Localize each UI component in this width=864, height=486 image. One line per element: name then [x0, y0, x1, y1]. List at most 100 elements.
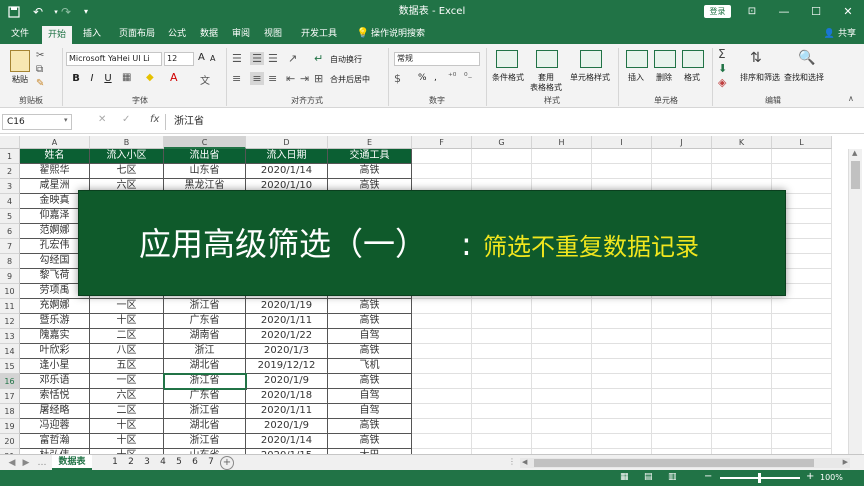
- empty-cell[interactable]: [472, 329, 532, 344]
- column-header[interactable]: L: [772, 136, 832, 149]
- table-cell[interactable]: 五区: [90, 359, 164, 374]
- table-cell[interactable]: 2020/1/19: [246, 299, 328, 314]
- empty-cell[interactable]: [772, 344, 832, 359]
- align-right-icon[interactable]: ≡: [268, 72, 277, 85]
- table-cell[interactable]: 湖南省: [164, 329, 246, 344]
- row-header[interactable]: 16: [0, 374, 20, 389]
- conditional-format-icon[interactable]: [496, 50, 518, 68]
- table-cell[interactable]: 一区: [90, 299, 164, 314]
- empty-cell[interactable]: [472, 389, 532, 404]
- italic-button[interactable]: I: [86, 72, 98, 85]
- row-header[interactable]: 6: [0, 224, 20, 239]
- vertical-scroll-thumb[interactable]: [851, 161, 860, 189]
- table-cell[interactable]: 2020/1/14: [246, 164, 328, 179]
- row-header[interactable]: 4: [0, 194, 20, 209]
- empty-cell[interactable]: [772, 404, 832, 419]
- empty-cell[interactable]: [652, 344, 712, 359]
- column-header[interactable]: J: [652, 136, 712, 149]
- row-header[interactable]: 9: [0, 269, 20, 284]
- paste-label[interactable]: 粘贴: [12, 74, 28, 85]
- empty-cell[interactable]: [592, 299, 652, 314]
- copy-icon[interactable]: ⧉: [36, 64, 43, 75]
- row-header[interactable]: 12: [0, 314, 20, 329]
- underline-button[interactable]: U: [102, 72, 114, 85]
- page-layout-view-icon[interactable]: ▤: [644, 472, 653, 482]
- table-header-cell[interactable]: 流入小区: [90, 149, 164, 164]
- minimize-icon[interactable]: —: [770, 0, 798, 24]
- table-cell[interactable]: 飞机: [328, 359, 412, 374]
- cell-styles-icon[interactable]: [580, 50, 602, 68]
- empty-cell[interactable]: [712, 404, 772, 419]
- empty-cell[interactable]: [772, 389, 832, 404]
- empty-cell[interactable]: [472, 164, 532, 179]
- tab-formulas[interactable]: 公式: [164, 24, 190, 44]
- table-header-cell[interactable]: 交通工具: [328, 149, 412, 164]
- orientation-icon[interactable]: ↗: [288, 52, 297, 65]
- table-cell[interactable]: 2020/1/11: [246, 314, 328, 329]
- align-left-icon[interactable]: ≡: [232, 72, 241, 85]
- empty-cell[interactable]: [592, 314, 652, 329]
- sheet-tab-3[interactable]: 3: [140, 455, 154, 470]
- column-header[interactable]: B: [90, 136, 164, 149]
- decrease-indent-icon[interactable]: ⇤: [286, 72, 295, 85]
- fill-icon[interactable]: ⬇: [718, 62, 727, 75]
- table-cell[interactable]: 逢小星: [20, 359, 90, 374]
- empty-cell[interactable]: [772, 434, 832, 449]
- comma-button[interactable]: ,: [434, 73, 437, 83]
- table-header-cell[interactable]: 流出省: [164, 149, 246, 164]
- tab-home[interactable]: 开始: [42, 26, 72, 44]
- row-header[interactable]: 17: [0, 389, 20, 404]
- empty-cell[interactable]: [712, 314, 772, 329]
- column-header[interactable]: C: [164, 136, 246, 149]
- insert-function-icon[interactable]: fx: [150, 114, 159, 125]
- empty-cell[interactable]: [592, 329, 652, 344]
- row-header[interactable]: 8: [0, 254, 20, 269]
- tab-insert[interactable]: 插入: [78, 24, 106, 44]
- table-cell[interactable]: 浙江省: [164, 434, 246, 449]
- empty-cell[interactable]: [412, 389, 472, 404]
- select-all-corner[interactable]: [0, 136, 20, 149]
- row-header[interactable]: 1: [0, 149, 20, 164]
- empty-cell[interactable]: [472, 149, 532, 164]
- row-header[interactable]: 10: [0, 284, 20, 299]
- table-cell[interactable]: 2020/1/9: [246, 374, 328, 389]
- name-box[interactable]: C16: [2, 114, 72, 130]
- borders-icon[interactable]: ▦: [122, 72, 131, 83]
- table-cell[interactable]: 2020/1/22: [246, 329, 328, 344]
- empty-cell[interactable]: [472, 299, 532, 314]
- zoom-in-icon[interactable]: +: [806, 471, 814, 482]
- empty-cell[interactable]: [472, 374, 532, 389]
- table-cell[interactable]: 暨乐游: [20, 314, 90, 329]
- sheet-tab-5[interactable]: 5: [172, 455, 186, 470]
- empty-cell[interactable]: [652, 164, 712, 179]
- empty-cell[interactable]: [652, 404, 712, 419]
- empty-cell[interactable]: [712, 329, 772, 344]
- column-header[interactable]: H: [532, 136, 592, 149]
- empty-cell[interactable]: [652, 389, 712, 404]
- row-header[interactable]: 18: [0, 404, 20, 419]
- empty-cell[interactable]: [412, 359, 472, 374]
- table-cell[interactable]: 一区: [90, 374, 164, 389]
- delete-cells-icon[interactable]: [654, 50, 676, 68]
- autosum-icon[interactable]: Σ: [718, 47, 726, 61]
- empty-cell[interactable]: [472, 419, 532, 434]
- empty-cell[interactable]: [712, 164, 772, 179]
- conditional-format-button[interactable]: 条件格式: [492, 72, 524, 83]
- sort-filter-button[interactable]: 排序和筛选: [740, 72, 780, 83]
- table-cell[interactable]: 二区: [90, 404, 164, 419]
- scroll-left-icon[interactable]: ◀: [522, 458, 527, 466]
- table-cell[interactable]: 六区: [90, 389, 164, 404]
- table-cell[interactable]: 广东省: [164, 389, 246, 404]
- empty-cell[interactable]: [712, 149, 772, 164]
- table-cell[interactable]: 湖北省: [164, 419, 246, 434]
- sheet-tab-7[interactable]: 7: [204, 455, 218, 470]
- tell-me-search[interactable]: 操作说明搜索: [370, 24, 426, 44]
- login-button[interactable]: 登录: [704, 5, 731, 18]
- empty-cell[interactable]: [712, 419, 772, 434]
- table-cell[interactable]: 广东省: [164, 314, 246, 329]
- table-cell[interactable]: 冯迎蓉: [20, 419, 90, 434]
- font-color-icon[interactable]: A: [170, 71, 178, 84]
- fill-color-icon[interactable]: ◆: [146, 72, 154, 83]
- empty-cell[interactable]: [532, 314, 592, 329]
- align-bottom-icon[interactable]: ☰: [268, 52, 278, 65]
